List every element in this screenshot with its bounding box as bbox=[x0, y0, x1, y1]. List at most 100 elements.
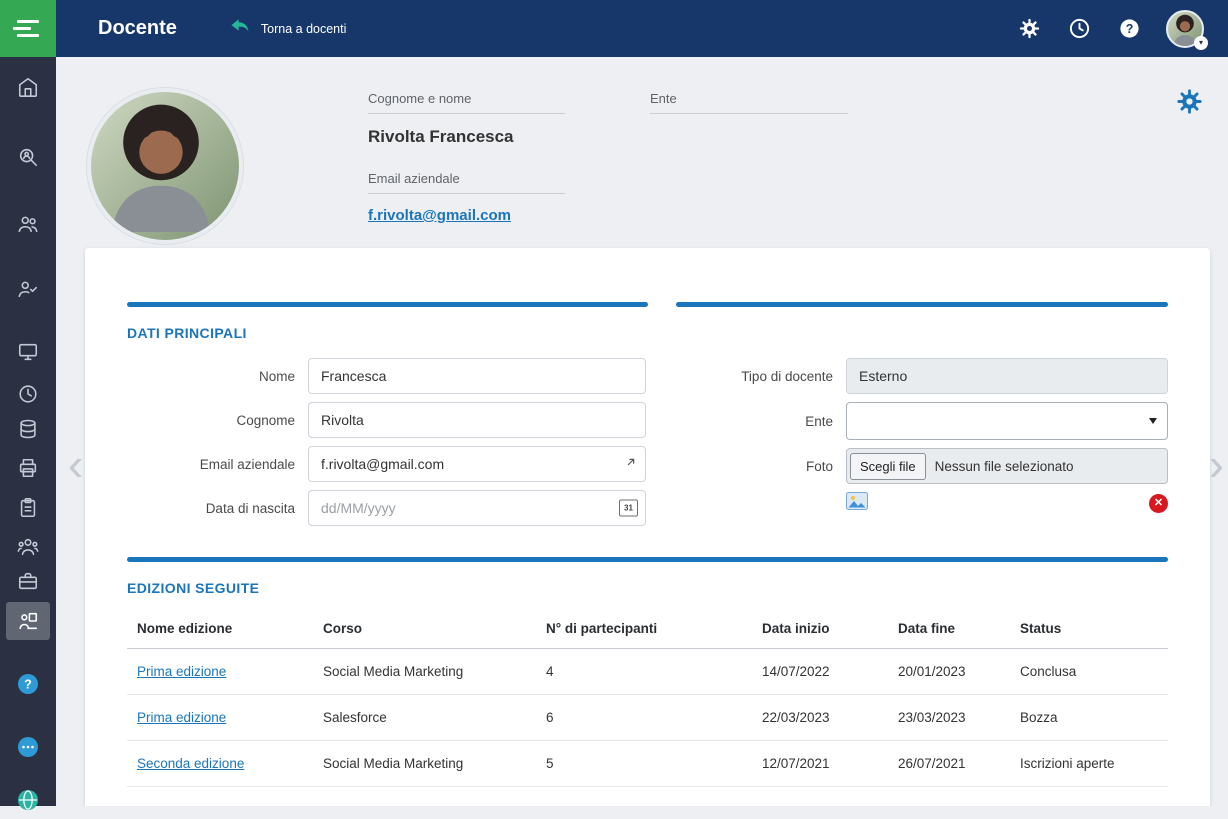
help-circle-icon: ? bbox=[16, 672, 40, 696]
foto-label: Foto bbox=[676, 459, 846, 474]
ente-label: Ente bbox=[650, 91, 848, 114]
back-arrow-icon bbox=[229, 17, 251, 40]
settings-gear-icon[interactable] bbox=[1016, 16, 1042, 42]
calendar-icon[interactable]: 31 bbox=[619, 500, 638, 517]
carousel-next-chevron[interactable]: › bbox=[1209, 441, 1224, 487]
home-icon bbox=[17, 76, 39, 98]
delete-photo-button[interactable]: ✕ bbox=[1149, 494, 1168, 513]
cell-data-inizio: 12/07/2021 bbox=[752, 741, 888, 787]
clipboard-icon bbox=[17, 497, 39, 519]
clock-icon[interactable] bbox=[1066, 16, 1092, 42]
profile-ente-block: Ente bbox=[650, 91, 848, 114]
cell-status: Bozza bbox=[1010, 695, 1168, 741]
docente-full-name: Rivolta Francesca bbox=[368, 127, 565, 147]
cell-data-inizio: 14/07/2022 bbox=[752, 649, 888, 695]
help-icon[interactable]: ? bbox=[1116, 16, 1142, 42]
table-header-row: Nome edizione Corso N° di partecipanti D… bbox=[127, 609, 1168, 649]
back-to-docenti-link[interactable]: Torna a docenti bbox=[229, 17, 346, 40]
foto-file-input[interactable]: Scegli file Nessun file selezionato bbox=[846, 448, 1168, 484]
section-accent-bar-left bbox=[127, 302, 648, 307]
table-row: Prima edizione Social Media Marketing 4 … bbox=[127, 649, 1168, 695]
email-label: Email aziendale bbox=[368, 171, 565, 194]
svg-text:?: ? bbox=[24, 678, 32, 692]
edizioni-seguite-title: EDIZIONI SEGUITE bbox=[127, 580, 1168, 596]
sidebar-item-search-user[interactable] bbox=[0, 138, 56, 176]
cell-status: Conclusa bbox=[1010, 649, 1168, 695]
search-user-icon bbox=[17, 146, 39, 168]
sidebar-item-user-check[interactable] bbox=[0, 270, 56, 308]
top-bar: Docente Torna a docenti bbox=[0, 0, 1228, 57]
tipo-docente-input bbox=[846, 358, 1168, 394]
profile-settings-gear-icon[interactable] bbox=[1175, 87, 1204, 121]
tipo-docente-label: Tipo di docente bbox=[676, 369, 846, 384]
chat-bubble-icon bbox=[16, 735, 40, 759]
sidebar-item-database[interactable] bbox=[0, 410, 56, 448]
col-data-fine: Data fine bbox=[888, 609, 1010, 649]
docente-email-link[interactable]: f.rivolta@gmail.com bbox=[368, 207, 511, 224]
scegli-file-button[interactable]: Scegli file bbox=[850, 453, 926, 480]
select-chevron-icon bbox=[1149, 418, 1157, 424]
hamburger-menu-icon[interactable] bbox=[0, 0, 56, 57]
monitor-icon bbox=[17, 341, 39, 363]
cell-corso: Social Media Marketing bbox=[313, 649, 536, 695]
dati-principali-title: DATI PRINCIPALI bbox=[127, 325, 1168, 341]
sidebar-item-monitor[interactable] bbox=[0, 333, 56, 371]
ente-select-label: Ente bbox=[676, 414, 846, 429]
sidebar-item-clipboard[interactable] bbox=[0, 489, 56, 527]
user-check-icon bbox=[17, 278, 39, 300]
sidebar-item-globe[interactable] bbox=[0, 781, 56, 819]
col-data-inizio: Data inizio bbox=[752, 609, 888, 649]
data-nascita-label: Data di nascita bbox=[127, 501, 308, 516]
cell-partecipanti: 4 bbox=[536, 649, 752, 695]
users-icon bbox=[17, 213, 39, 235]
form-left-column: Nome Cognome Email aziendale bbox=[127, 358, 646, 534]
cell-partecipanti: 6 bbox=[536, 695, 752, 741]
email-aziendale-label: Email aziendale bbox=[127, 457, 308, 472]
col-corso: Corso bbox=[313, 609, 536, 649]
nome-input[interactable] bbox=[308, 358, 646, 394]
briefcase-icon bbox=[17, 570, 39, 592]
sidebar-item-teacher-active[interactable] bbox=[6, 602, 50, 640]
edizione-link[interactable]: Prima edizione bbox=[137, 664, 226, 679]
sidebar-item-users[interactable] bbox=[0, 205, 56, 243]
cell-data-fine: 23/03/2023 bbox=[888, 695, 1010, 741]
sidebar-item-team[interactable] bbox=[0, 528, 56, 566]
cognome-input[interactable] bbox=[308, 402, 646, 438]
data-nascita-input[interactable] bbox=[308, 490, 646, 526]
cell-corso: Salesforce bbox=[313, 695, 536, 741]
cell-data-inizio: 22/03/2023 bbox=[752, 695, 888, 741]
database-icon bbox=[17, 418, 39, 440]
printer-icon bbox=[17, 457, 39, 479]
photo-thumbnail-icon[interactable] bbox=[846, 492, 868, 515]
sidebar-item-briefcase[interactable] bbox=[0, 562, 56, 600]
cell-data-fine: 26/07/2021 bbox=[888, 741, 1010, 787]
carousel-prev-chevron[interactable]: ‹ bbox=[68, 441, 83, 487]
col-partecipanti: N° di partecipanti bbox=[536, 609, 752, 649]
user-avatar[interactable]: ▾ bbox=[1166, 10, 1204, 48]
sidebar-nav: ? bbox=[0, 57, 56, 806]
sidebar-item-home[interactable] bbox=[0, 68, 56, 106]
ente-select[interactable] bbox=[846, 402, 1168, 440]
svg-text:?: ? bbox=[1125, 22, 1133, 36]
col-nome-edizione: Nome edizione bbox=[127, 609, 313, 649]
profile-name-block: Cognome e nome Rivolta Francesca Email a… bbox=[368, 91, 565, 225]
section-accent-bar-right bbox=[676, 302, 1168, 307]
sidebar-item-clock[interactable] bbox=[0, 375, 56, 413]
docente-detail-card: DATI PRINCIPALI Nome Cognome Email azien… bbox=[85, 248, 1210, 806]
globe-icon bbox=[16, 788, 40, 812]
col-status: Status bbox=[1010, 609, 1168, 649]
sidebar-item-help[interactable]: ? bbox=[0, 665, 56, 703]
edizioni-table: Nome edizione Corso N° di partecipanti D… bbox=[127, 609, 1168, 787]
edizione-link[interactable]: Prima edizione bbox=[137, 710, 226, 725]
docente-photo bbox=[87, 88, 243, 244]
sidebar-item-chat[interactable] bbox=[0, 728, 56, 766]
chevron-down-icon: ▾ bbox=[1194, 36, 1208, 50]
edizione-link[interactable]: Seconda edizione bbox=[137, 756, 244, 771]
email-aziendale-input[interactable] bbox=[308, 446, 646, 482]
form-right-column: Tipo di docente Ente Foto bbox=[676, 358, 1168, 534]
page-title: Docente bbox=[98, 17, 177, 40]
cell-status: Iscrizioni aperte bbox=[1010, 741, 1168, 787]
cell-corso: Social Media Marketing bbox=[313, 741, 536, 787]
sidebar-item-printer[interactable] bbox=[0, 449, 56, 487]
file-status-text: Nessun file selezionato bbox=[935, 459, 1074, 474]
